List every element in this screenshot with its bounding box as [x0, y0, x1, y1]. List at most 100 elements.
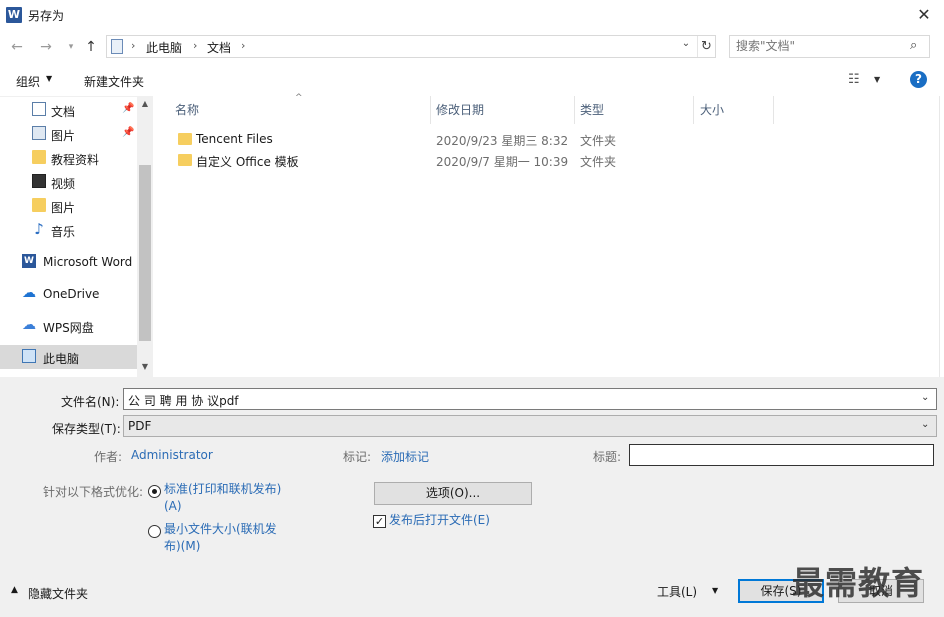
folder-icon [32, 150, 46, 164]
view-caret-icon[interactable]: ▼ [874, 75, 880, 84]
breadcrumb-separator-icon: › [241, 39, 246, 52]
nav-scrollbar[interactable]: ▲ ▼ [137, 97, 153, 378]
chevron-down-icon[interactable]: ⌄ [921, 419, 929, 430]
optimize-standard-radio[interactable] [148, 485, 161, 498]
pin-icon: 📌 [122, 103, 135, 114]
search-box[interactable]: ⌕ [729, 35, 930, 58]
nav-item-label: 图片 [51, 201, 76, 215]
breadcrumb-separator-icon: › [131, 39, 136, 52]
column-divider[interactable] [574, 96, 575, 124]
file-type: 文件夹 [580, 155, 617, 169]
close-button[interactable]: ✕ [904, 0, 944, 30]
pin-icon: 📌 [122, 127, 135, 138]
nav-item-this-pc[interactable]: 此电脑 [0, 345, 137, 369]
tools-button[interactable]: 工具(L) [657, 583, 697, 600]
filename-input[interactable]: 公 司 聘 用 协 议pdf [128, 392, 239, 409]
optimize-label: 针对以下格式优化: [43, 485, 144, 499]
add-tags-link[interactable]: 添加标记 [381, 448, 429, 465]
back-arrow-icon[interactable]: ← [8, 38, 26, 56]
file-row[interactable]: 自定义 Office 模板 2020/9/7 星期一 10:39 文件夹 [170, 151, 630, 171]
open-after-publish-checkbox[interactable]: ✓ [373, 515, 386, 528]
tags-label: 标记: [343, 450, 372, 464]
folder-icon [178, 154, 192, 166]
filename-combobox[interactable]: 公 司 聘 用 协 议pdf ⌄ [123, 388, 937, 410]
title-input[interactable] [629, 444, 934, 466]
address-location-icon [111, 39, 123, 54]
column-divider[interactable] [773, 96, 774, 124]
column-divider[interactable] [430, 96, 431, 124]
nav-item-music[interactable]: ♪ 音乐 [0, 218, 137, 242]
radio-selected-dot [152, 489, 157, 494]
pane-divider [939, 96, 940, 377]
breadcrumb-this-pc[interactable]: 此电脑 [146, 39, 182, 56]
nav-item-label: 教程资料 [51, 153, 100, 167]
organize-button[interactable]: 组织 [16, 73, 40, 90]
nav-item-label: 文档 [51, 105, 76, 119]
search-icon[interactable]: ⌕ [910, 38, 917, 53]
tools-caret-icon[interactable]: ▼ [712, 586, 718, 595]
address-dropdown-chevron-icon[interactable]: ⌄ [679, 38, 693, 49]
nav-item-pictures[interactable]: 图片 📌 [0, 122, 137, 146]
column-divider[interactable] [693, 96, 694, 124]
save-type-select[interactable]: PDF ⌄ [123, 415, 937, 437]
optimize-minimum-radio[interactable] [148, 525, 161, 538]
forward-arrow-icon[interactable]: → [37, 38, 55, 56]
nav-item-label: 此电脑 [43, 352, 80, 366]
nav-item-tutorial-materials[interactable]: 教程资料 [0, 146, 137, 170]
recent-locations-chevron-icon[interactable]: ▾ [62, 38, 80, 56]
file-date: 2020/9/23 星期三 8:32 [436, 134, 569, 148]
option-line: 最小文件大小(联机发 [164, 522, 277, 536]
nav-item-pictures-folder[interactable]: 图片 [0, 194, 137, 218]
nav-item-microsoft-word[interactable]: W Microsoft Word [0, 250, 137, 274]
up-arrow-icon[interactable]: ↑ [82, 38, 100, 56]
picture-icon [32, 126, 46, 140]
author-label: 作者: [94, 450, 123, 464]
option-line: 标准(打印和联机发布) [164, 482, 282, 496]
scroll-down-arrow-icon[interactable]: ▼ [137, 362, 153, 371]
search-input[interactable] [736, 39, 906, 53]
help-button[interactable]: ? [910, 71, 927, 88]
organize-caret-icon[interactable]: ▼ [46, 74, 52, 83]
save-type-value: PDF [128, 419, 152, 433]
nav-item-wps-cloud[interactable]: ☁ WPS网盘 [0, 314, 137, 338]
open-after-publish-label[interactable]: 发布后打开文件(E) [389, 512, 490, 529]
nav-item-onedrive[interactable]: ☁ OneDrive [0, 282, 137, 306]
hide-folders-button[interactable]: 隐藏文件夹 [28, 585, 88, 602]
nav-item-documents[interactable]: 文档 📌 [0, 98, 137, 122]
video-icon [32, 174, 46, 188]
nav-item-label: WPS网盘 [43, 321, 94, 335]
view-options-icon[interactable]: ☷ [848, 72, 860, 87]
file-type: 文件夹 [580, 134, 617, 148]
chevron-down-icon[interactable]: ⌄ [921, 392, 929, 403]
sort-ascending-icon: ^ [295, 93, 303, 103]
nav-item-label: OneDrive [43, 287, 100, 301]
scroll-up-arrow-icon[interactable]: ▲ [137, 99, 153, 108]
collapse-caret-icon[interactable]: ▲ [11, 585, 18, 595]
document-icon [32, 102, 46, 116]
folder-icon [32, 198, 46, 212]
word-icon: W [22, 254, 36, 268]
column-header-size[interactable]: 大小 [700, 101, 724, 125]
music-icon: ♪ [34, 220, 44, 238]
options-button[interactable]: 选项(O)... [374, 482, 532, 505]
column-header-name[interactable]: 名称 [175, 101, 199, 125]
scroll-thumb[interactable] [139, 165, 151, 341]
column-header-type[interactable]: 类型 [580, 101, 604, 125]
nav-item-videos[interactable]: 视频 [0, 170, 137, 194]
file-row[interactable]: Tencent Files 2020/9/23 星期三 8:32 文件夹 [170, 130, 630, 150]
optimize-standard-label[interactable]: 标准(打印和联机发布) (A) [164, 481, 281, 515]
toolbar: 组织 ▼ 新建文件夹 ☷ ▼ ? [0, 66, 944, 96]
column-header-date[interactable]: 修改日期 [436, 101, 484, 125]
save-type-label: 保存类型(T): [52, 422, 121, 436]
address-bar[interactable]: › 此电脑 › 文档 › ⌄ ↻ [106, 35, 716, 58]
breadcrumb-documents[interactable]: 文档 [207, 39, 231, 56]
navigation-pane: 文档 📌 图片 📌 教程资料 视频 图片 ♪ 音乐 W Microsoft Wo… [0, 96, 153, 378]
new-folder-button[interactable]: 新建文件夹 [84, 73, 144, 90]
refresh-icon[interactable]: ↻ [697, 36, 715, 57]
file-name: 自定义 Office 模板 [196, 155, 299, 169]
author-value[interactable]: Administrator [131, 448, 213, 462]
nav-item-label: 图片 [51, 129, 76, 143]
onedrive-icon: ☁ [22, 285, 36, 301]
title-label: 标题: [593, 450, 622, 464]
optimize-minimum-label[interactable]: 最小文件大小(联机发 布)(M) [164, 521, 277, 555]
